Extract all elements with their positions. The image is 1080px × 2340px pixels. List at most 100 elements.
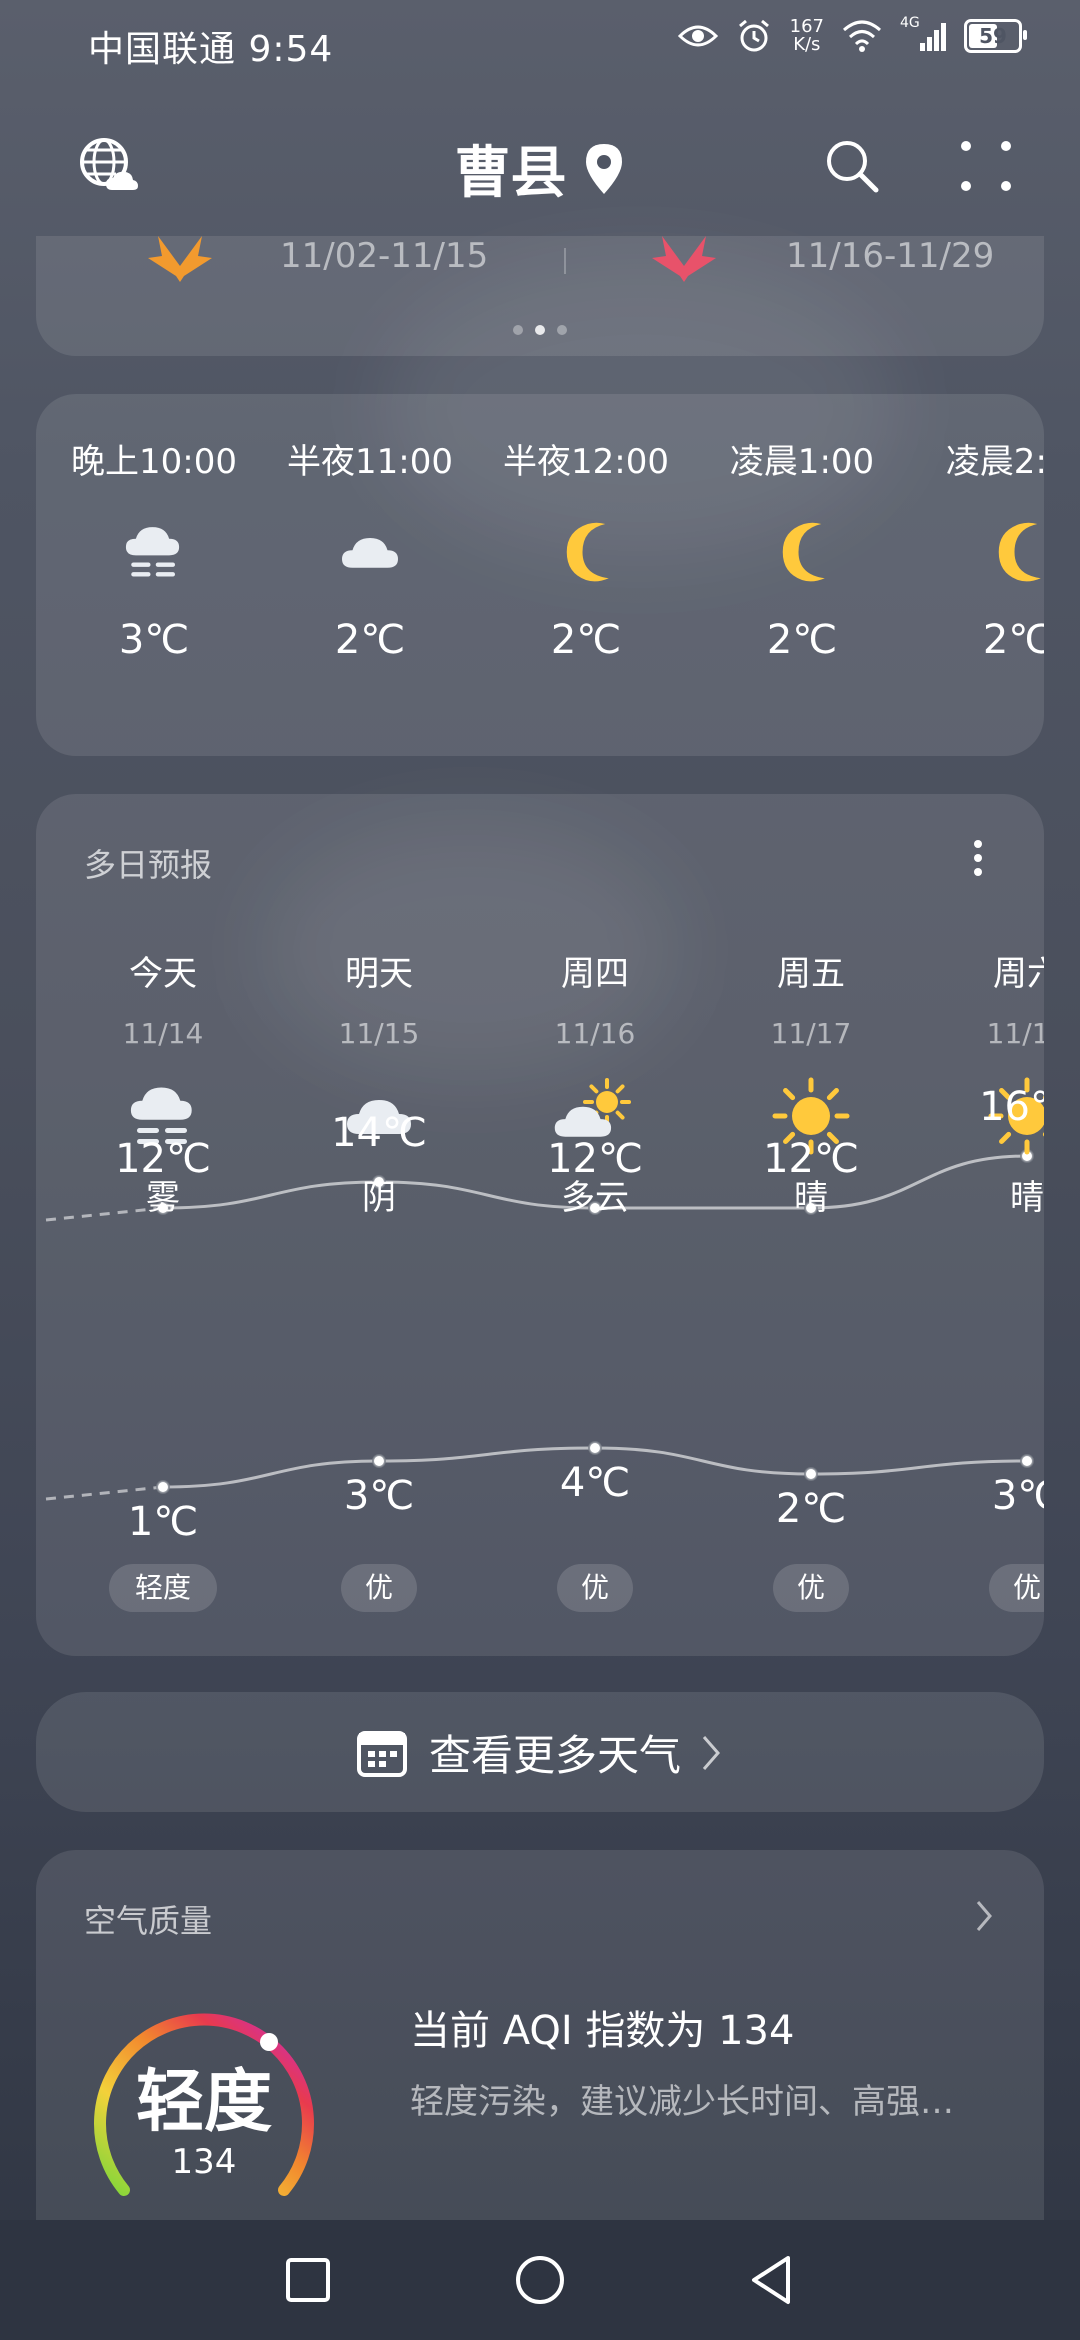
daily-date: 11/16: [554, 1017, 636, 1050]
hourly-time: 凌晨2:00: [945, 442, 1044, 482]
four-dots-icon: [961, 141, 1011, 191]
maple-leaf-orange-icon: [148, 236, 212, 282]
page-dot-active: [535, 325, 545, 335]
system-nav-bar: [0, 2220, 1080, 2340]
period-range: 11/16-11/29: [786, 236, 995, 276]
vertical-dots-icon[interactable]: [972, 838, 984, 878]
hourly-time: 半夜12:00: [503, 442, 669, 482]
daily-low-temp: 1℃: [127, 1499, 199, 1545]
daily-high-temp: 14℃: [331, 1110, 427, 1156]
divider: [564, 248, 566, 274]
daily-high-temp: 16℃: [979, 1084, 1044, 1130]
low-temp-past-dash: [45, 1485, 164, 1501]
daily-day-name: 周五: [777, 954, 845, 994]
home-icon[interactable]: [510, 2250, 570, 2310]
calendar-icon: [356, 1730, 407, 1777]
hourly-forecast-card[interactable]: 晚上10:00 3℃半夜11:002℃半夜12:002℃凌晨1:002℃凌晨2:…: [36, 394, 1044, 756]
cell-signal-icon: 4G: [900, 15, 946, 53]
daily-item: 周六 11/18 晴: [919, 946, 1044, 1219]
hourly-icon-wrap: [978, 517, 1044, 587]
daily-date: 11/15: [338, 1017, 420, 1050]
more-weather-row: 查看更多天气: [36, 1722, 1044, 1783]
alarm-icon: [738, 19, 769, 52]
city-title-wrap: 曹县: [0, 128, 1080, 209]
eye-icon: [677, 25, 718, 47]
daily-low-temp: 2℃: [775, 1486, 847, 1532]
more-weather-button[interactable]: 查看更多天气: [36, 1692, 1044, 1812]
hourly-temp: 3℃: [118, 617, 190, 663]
hourly-icon-wrap: [330, 517, 410, 587]
fog-icon: [125, 527, 180, 577]
daily-aqi-badge: 优: [989, 1564, 1044, 1612]
season-card[interactable]: 11/02-11/15 11/16-11/29: [36, 236, 1044, 356]
hourly-icon-wrap: [762, 517, 842, 587]
hourly-icon-wrap: [546, 517, 626, 587]
daily-day-name: 明天: [345, 954, 413, 994]
back-icon[interactable]: [742, 2250, 802, 2310]
daily-date: 11/17: [770, 1017, 852, 1050]
net-speed: 167 K/s: [790, 18, 824, 54]
carrier-time: 中国联通 9:54: [88, 29, 334, 70]
moon-icon: [998, 522, 1041, 582]
chevron-right-icon: [976, 1901, 992, 1931]
status-icons: 167 K/s 4G 59: [677, 15, 1027, 54]
low-temp-point: [1020, 1454, 1034, 1468]
more-menu-button[interactable]: [958, 138, 1014, 194]
daily-aqi-badge: 优: [557, 1564, 633, 1612]
hourly-item: 半夜11:00 2℃: [262, 434, 478, 663]
hourly-time: 凌晨1:00: [729, 442, 875, 482]
daily-day-name: 周四: [561, 954, 629, 994]
daily-date: 11/14: [122, 1017, 204, 1050]
low-temp-point: [588, 1441, 602, 1455]
chevron-right-icon: [702, 1735, 721, 1770]
daily-date: 11/18: [986, 1017, 1044, 1050]
recent-apps-icon[interactable]: [278, 2250, 338, 2310]
page-indicator: [36, 320, 1044, 339]
cloud-icon: [342, 538, 398, 568]
daily-aqi-badge: 优: [341, 1564, 417, 1612]
wifi-icon: [843, 20, 881, 52]
hourly-time: 晚上10:00: [71, 442, 237, 482]
hourly-temp: 2℃: [766, 617, 838, 663]
hourly-item: 凌晨2:00 2℃: [910, 434, 1044, 663]
air-title: 空气质量: [84, 1902, 213, 1940]
daily-low-temp: 3℃: [991, 1473, 1044, 1519]
daily-aqi-badge: 优: [773, 1564, 849, 1612]
hourly-icon-wrap: [114, 517, 194, 587]
net-speed-unit: K/s: [793, 34, 821, 55]
page-dot: [557, 325, 567, 335]
hourly-item: 凌晨1:00 2℃: [694, 434, 910, 663]
hourly-item: 晚上10:00 3℃: [46, 434, 262, 663]
battery-level: 59: [979, 24, 1007, 48]
search-button[interactable]: [820, 134, 884, 198]
aqi-description: 轻度污染，建议减少长时间、高强…: [410, 2082, 954, 2122]
hourly-temp: 2℃: [334, 617, 406, 663]
maple-leaf-red-icon: [652, 236, 716, 282]
hourly-item: 半夜12:00 2℃: [478, 434, 694, 663]
city-name[interactable]: 曹县: [454, 141, 566, 206]
battery-icon: 59: [964, 19, 1027, 53]
hourly-time: 半夜11:00: [287, 442, 453, 482]
daily-high-temp: 12℃: [763, 1136, 859, 1182]
daily-condition: 阴: [362, 1178, 396, 1218]
location-pin-icon: [585, 143, 622, 194]
period-range: 11/02-11/15: [280, 236, 489, 276]
low-temp-point: [372, 1454, 386, 1468]
daily-condition: 晴: [1010, 1178, 1044, 1218]
daily-high-temp: 12℃: [115, 1136, 211, 1182]
more-weather-label: 查看更多天气: [428, 1731, 681, 1780]
aqi-level: 轻度: [135, 2063, 272, 2142]
low-temp-point: [804, 1467, 818, 1481]
moon-icon: [782, 522, 825, 582]
daily-aqi-badge: 轻度: [109, 1564, 217, 1612]
hourly-temp: 2℃: [982, 617, 1044, 663]
daily-low-temp: 3℃: [343, 1473, 415, 1519]
low-temp-point: [156, 1480, 170, 1494]
aqi-headline: 当前 AQI 指数为 134: [410, 2008, 795, 2054]
moon-icon: [566, 522, 609, 582]
daily-day-name: 今天: [129, 954, 197, 994]
daily-high-temp: 12℃: [547, 1136, 643, 1182]
daily-forecast-card[interactable]: 多日预报 今天 11/14 雾 12℃ 1℃ 轻度 明天 11/15 阴 14℃ 3℃ 优周四 11/…: [36, 794, 1044, 1656]
aqi-value: 134: [171, 2142, 237, 2182]
page-dot: [513, 325, 523, 335]
